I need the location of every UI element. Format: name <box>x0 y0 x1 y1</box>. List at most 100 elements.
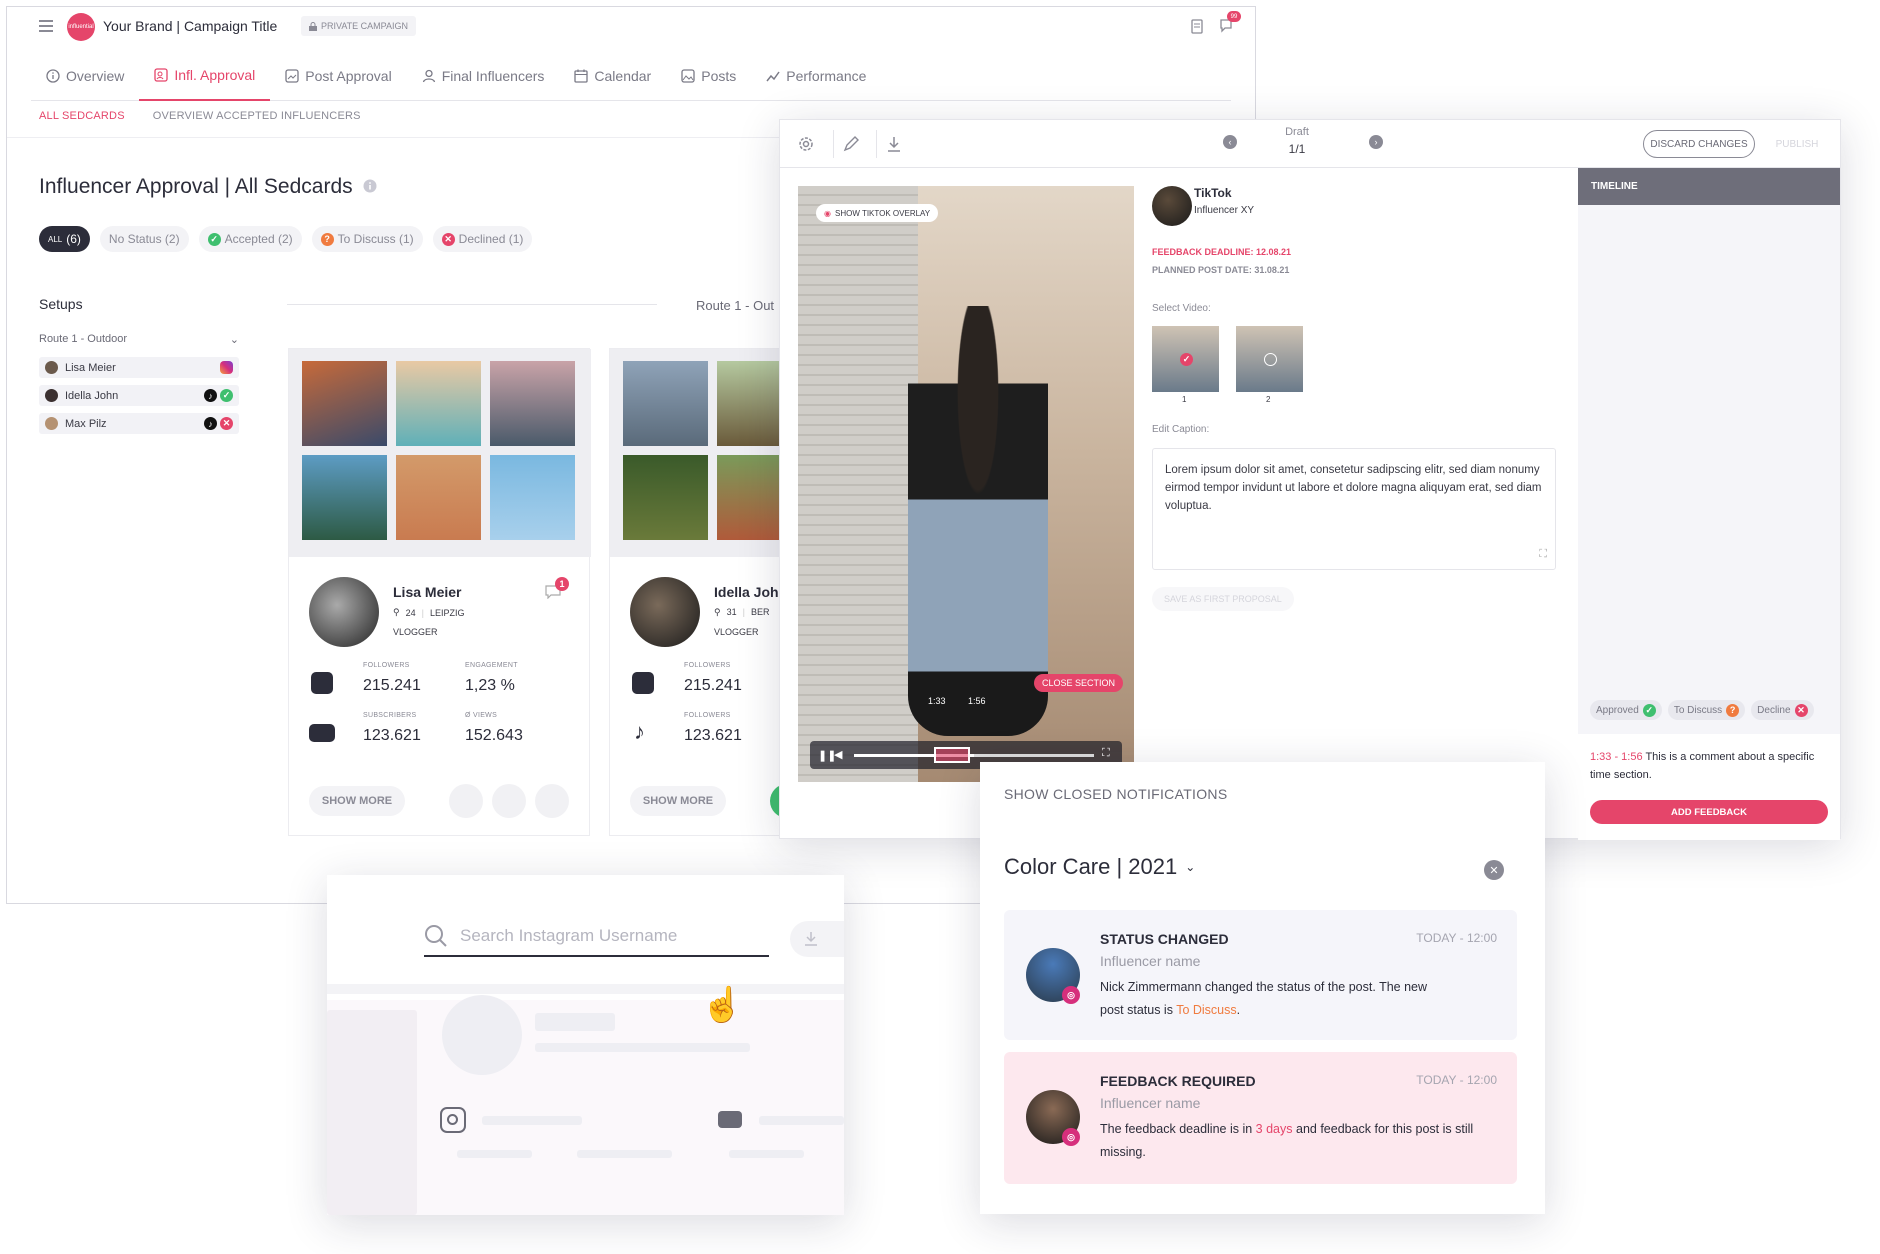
tab-final-influencers-label: Final Influencers <box>441 67 545 84</box>
post-photo[interactable] <box>490 455 575 540</box>
post-photo[interactable] <box>396 361 481 446</box>
chat-icon[interactable]: 1 <box>545 577 569 604</box>
post-photo[interactable] <box>396 455 481 540</box>
to-discuss-chip[interactable]: To Discuss? <box>1667 700 1746 720</box>
next-arrow-icon[interactable]: › <box>1369 135 1383 149</box>
publish-button[interactable]: PUBLISH <box>1766 130 1828 158</box>
location-pin-icon: ⚲ <box>393 607 400 617</box>
post-photo[interactable] <box>623 455 708 540</box>
show-more-button[interactable]: SHOW MORE <box>309 786 405 816</box>
decline-label: Decline <box>1757 704 1791 716</box>
setup-row[interactable]: Idella John ♪ ✓ <box>39 385 239 406</box>
subtab-overview-accepted[interactable]: OVERVIEW ACCEPTED INFLUENCERS <box>153 110 361 122</box>
show-closed-notifications[interactable]: SHOW CLOSED NOTIFICATIONS <box>1004 786 1227 802</box>
approved-label: Approved <box>1596 704 1639 716</box>
gallery-icon <box>681 68 695 83</box>
accept-button[interactable] <box>449 784 483 818</box>
section-end-time: 1:56 <box>968 696 986 706</box>
notification-bell-icon[interactable]: 99 <box>1219 11 1241 38</box>
close-icon[interactable]: ✕ <box>1484 860 1504 880</box>
skeleton-line <box>482 1116 582 1125</box>
decline-chip[interactable]: Decline ✕ <box>1751 700 1814 720</box>
filter-no-status[interactable]: No Status (2) <box>99 226 189 252</box>
approved-chip[interactable]: Approved ✓ <box>1590 700 1662 720</box>
section-selector[interactable] <box>934 747 970 763</box>
post-photo[interactable] <box>490 361 575 446</box>
post-photo[interactable] <box>717 455 783 540</box>
draft-label: Draft <box>1285 126 1309 138</box>
stat-label: FOLLOWERS <box>363 662 410 669</box>
tab-final-influencers[interactable]: Final Influencers <box>407 51 560 101</box>
status-filters: ALL (6) No Status (2) ✓ Accepted (2) ? To D… <box>39 226 533 252</box>
tab-calendar[interactable]: Calendar <box>559 51 666 101</box>
video-background <box>798 186 918 782</box>
tab-overview[interactable]: Overview <box>31 51 139 101</box>
avatar <box>1152 186 1192 226</box>
discuss-button[interactable] <box>535 784 569 818</box>
document-icon[interactable] <box>1191 19 1203 39</box>
notification-item[interactable]: ◎ STATUS CHANGED TODAY - 12:00 Influence… <box>1004 910 1517 1040</box>
stat-label: FOLLOWERS <box>684 712 731 719</box>
tab-performance[interactable]: Performance <box>751 51 881 101</box>
influencer-meta: ⚲ 31 | BER <box>714 607 770 617</box>
influencer-card: Lisa Meier ⚲ 24 | LEIPZIG VLOGGER 1 FOLL… <box>288 348 591 836</box>
tab-infl-approval[interactable]: Infl. Approval <box>139 51 271 101</box>
expand-icon[interactable]: ⛶ <box>1539 545 1547 563</box>
search-input[interactable]: Search Instagram Username <box>424 917 769 957</box>
stat-followers: FOLLOWERS 215.241 <box>363 662 421 695</box>
youtube-icon <box>718 1111 742 1128</box>
skeleton-line <box>535 1013 615 1031</box>
edit-pen-icon[interactable] <box>842 135 860 158</box>
show-more-button[interactable]: SHOW MORE <box>630 786 726 816</box>
skeleton-line <box>535 1043 750 1052</box>
tab-post-approval[interactable]: Post Approval <box>270 51 406 101</box>
location-pin-icon: ⚲ <box>714 607 721 617</box>
question-icon: ? <box>320 232 334 246</box>
post-photo[interactable] <box>302 455 387 540</box>
video-player[interactable]: ◉ SHOW TIKTOK OVERLAY CLOSE SECTION 1:33… <box>798 186 1134 782</box>
discard-changes-button[interactable]: DISCARD CHANGES <box>1643 130 1755 158</box>
info-icon[interactable] <box>363 175 377 199</box>
filter-declined[interactable]: ✕ Declined (1) <box>432 226 533 252</box>
skeleton-block <box>327 1010 417 1215</box>
stat-label: ENGAGEMENT <box>465 662 518 669</box>
avatar <box>630 577 700 647</box>
post-photo[interactable] <box>302 361 387 446</box>
close-section-button[interactable]: CLOSE SECTION <box>1034 674 1124 692</box>
download-button[interactable] <box>790 921 844 957</box>
settings-icon[interactable] <box>797 135 815 158</box>
setup-row[interactable]: Lisa Meier <box>39 357 239 378</box>
decline-button[interactable] <box>492 784 526 818</box>
volume-icon[interactable]: ◀ <box>834 748 842 761</box>
route-dropdown[interactable]: Route 1 - Outdoor ⌄ <box>39 333 239 346</box>
instagram-icon <box>311 672 333 694</box>
video-thumbnail[interactable]: ✓ <box>1152 326 1219 392</box>
divider <box>876 130 877 158</box>
video-thumbnail[interactable] <box>1236 326 1303 392</box>
setup-row[interactable]: Max Pilz ♪ ✕ <box>39 413 239 434</box>
filter-to-discuss[interactable]: ? To Discuss (1) <box>311 226 423 252</box>
influencer-type: VLOGGER <box>714 627 759 637</box>
stat-followers: FOLLOWERS 123.621 <box>684 712 742 745</box>
show-overlay-button[interactable]: ◉ SHOW TIKTOK OVERLAY <box>816 204 939 222</box>
hamburger-menu-icon[interactable] <box>39 19 53 37</box>
caption-textarea[interactable]: Lorem ipsum dolor sit amet, consetetur s… <box>1152 448 1556 570</box>
subtab-all-sedcards[interactable]: ALL SEDCARDS <box>39 110 125 122</box>
timeline-header: TIMELINE <box>1578 168 1840 205</box>
add-feedback-button[interactable]: ADD FEEDBACK <box>1590 800 1828 824</box>
fullscreen-icon[interactable]: ⛶ <box>1102 747 1110 760</box>
notification-item[interactable]: ◎ FEEDBACK REQUIRED TODAY - 12:00 Influe… <box>1004 1052 1517 1184</box>
download-icon[interactable] <box>886 135 902 158</box>
deadline-highlight: 3 days <box>1255 1122 1293 1136</box>
filter-all[interactable]: ALL (6) <box>39 226 90 252</box>
check-icon: ✓ <box>1180 353 1193 366</box>
save-proposal-button[interactable]: SAVE AS FIRST PROPOSAL <box>1152 587 1294 611</box>
post-photo[interactable] <box>717 361 783 446</box>
filter-accepted[interactable]: ✓ Accepted (2) <box>198 226 302 252</box>
tab-posts[interactable]: Posts <box>666 51 751 101</box>
post-photo[interactable] <box>623 361 708 446</box>
stat-engagement: ENGAGEMENT 1,23 % <box>465 662 518 695</box>
campaign-selector[interactable]: Color Care | 2021 ⌄ <box>1004 854 1195 880</box>
prev-arrow-icon[interactable]: ‹ <box>1223 135 1237 149</box>
check-icon: ✓ <box>1642 703 1656 717</box>
